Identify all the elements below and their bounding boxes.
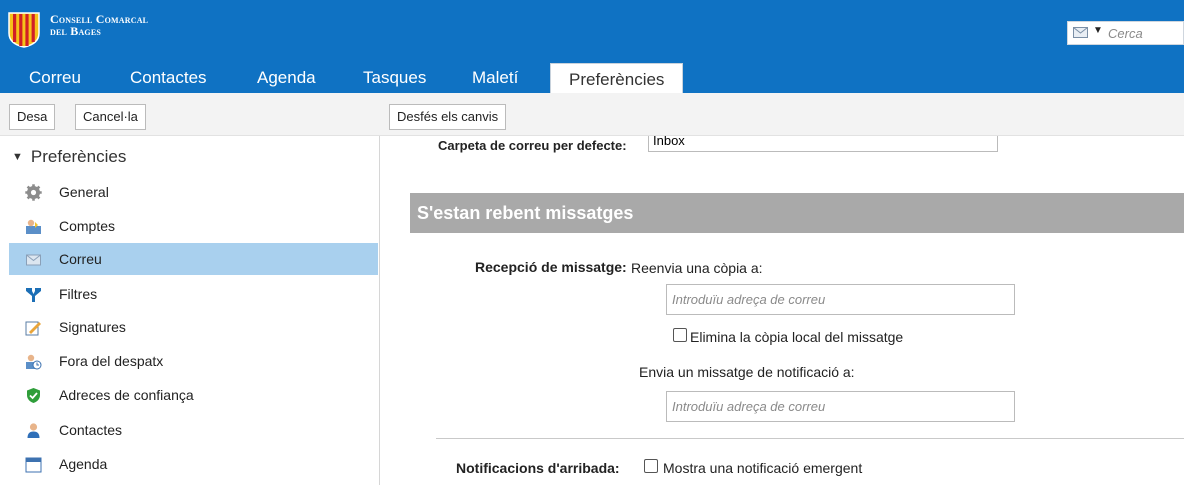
out-of-office-icon <box>26 354 42 370</box>
tree-root-preferences[interactable]: ▼ Preferències <box>12 147 126 167</box>
sidebar-item-label: Contactes <box>59 422 123 438</box>
cancel-button[interactable]: Cancel·la <box>75 104 146 130</box>
header-bar: Consell Comarcal del Bages ▼ Correu Cont… <box>0 0 1184 94</box>
sidebar-item-label: Correu <box>59 251 102 267</box>
tab-agenda[interactable]: Agenda <box>257 62 316 93</box>
calendar-icon <box>25 457 42 473</box>
tab-maleti[interactable]: Maletí <box>472 62 518 93</box>
preferences-sidebar: ▼ Preferències General Comptes Correu Fil… <box>0 136 380 485</box>
logo-shield-icon <box>8 12 40 48</box>
sidebar-item-label: Filtres <box>59 286 98 302</box>
default-folder-field[interactable] <box>648 136 998 152</box>
section-title-receiving: S'estan rebent missatges <box>410 193 1184 233</box>
tab-correu[interactable]: Correu <box>29 62 81 93</box>
sidebar-item-contactes[interactable]: Contactes <box>9 414 378 446</box>
toolbar <box>0 93 1184 136</box>
sidebar-item-signatures[interactable]: Signatures <box>9 311 378 343</box>
notify-email-field[interactable] <box>666 391 1015 422</box>
sidebar-item-adreces-de-confianca[interactable]: Adreces de confiança <box>9 379 378 411</box>
receipt-label: Recepció de missatge: <box>475 259 627 275</box>
sidebar-item-general[interactable]: General <box>9 176 378 208</box>
tab-tasques[interactable]: Tasques <box>363 62 426 93</box>
forward-email-field[interactable] <box>666 284 1015 315</box>
mail-icon <box>1073 27 1088 38</box>
section-divider <box>436 438 1184 439</box>
popup-notification-checkbox[interactable] <box>644 459 658 473</box>
sidebar-item-label: Signatures <box>59 319 126 335</box>
filter-icon <box>26 288 41 302</box>
arrival-notifications-label: Notificacions d'arribada: <box>456 460 620 476</box>
logo-line-2: del Bages <box>50 24 102 38</box>
delete-local-copy-checkbox[interactable] <box>673 328 687 342</box>
sidebar-item-label: Comptes <box>59 218 116 234</box>
sidebar-item-label: Adreces de confiança <box>59 387 194 403</box>
default-folder-label: Carpeta de correu per defecte: <box>438 138 627 153</box>
collapse-arrow-icon[interactable]: ▼ <box>12 151 23 163</box>
accounts-icon <box>26 219 41 234</box>
gear-icon <box>25 184 42 201</box>
sidebar-item-comptes[interactable]: Comptes <box>9 210 378 242</box>
sidebar-item-label: Fora del despatx <box>59 353 164 369</box>
delete-local-copy-label: Elimina la còpia local del missatge <box>690 329 904 345</box>
trusted-shield-icon <box>27 388 40 403</box>
tab-contactes[interactable]: Contactes <box>130 62 207 93</box>
signature-icon <box>25 321 41 336</box>
logo-text: Consell Comarcal del Bages <box>50 13 148 37</box>
tree-root-label: Preferències <box>30 147 127 166</box>
sidebar-item-label: Agenda <box>59 456 108 472</box>
sidebar-item-filtres[interactable]: Filtres <box>9 278 378 310</box>
sidebar-item-agenda[interactable]: Agenda <box>9 448 378 480</box>
forward-copy-label: Reenvia una còpia a: <box>631 260 763 276</box>
tab-preferencies[interactable]: Preferències <box>550 63 684 94</box>
sidebar-item-fora-del-despatx[interactable]: Fora del despatx <box>9 345 378 377</box>
search-box[interactable]: ▼ <box>1067 21 1184 45</box>
search-input[interactable] <box>1108 24 1182 42</box>
preferences-content: Carpeta de correu per defecte: S'estan r… <box>381 136 1184 485</box>
notify-message-label: Envia un missatge de notificació a: <box>639 364 855 380</box>
undo-changes-button[interactable]: Desfés els canvis <box>389 104 507 130</box>
sidebar-item-correu[interactable]: Correu <box>9 243 378 275</box>
save-button[interactable]: Desa <box>9 104 56 130</box>
search-type-dropdown[interactable]: ▼ <box>1093 25 1103 36</box>
mail-icon <box>26 254 41 266</box>
popup-notification-label: Mostra una notificació emergent <box>663 460 863 476</box>
sidebar-item-label: General <box>59 184 109 200</box>
contact-icon <box>27 423 40 438</box>
